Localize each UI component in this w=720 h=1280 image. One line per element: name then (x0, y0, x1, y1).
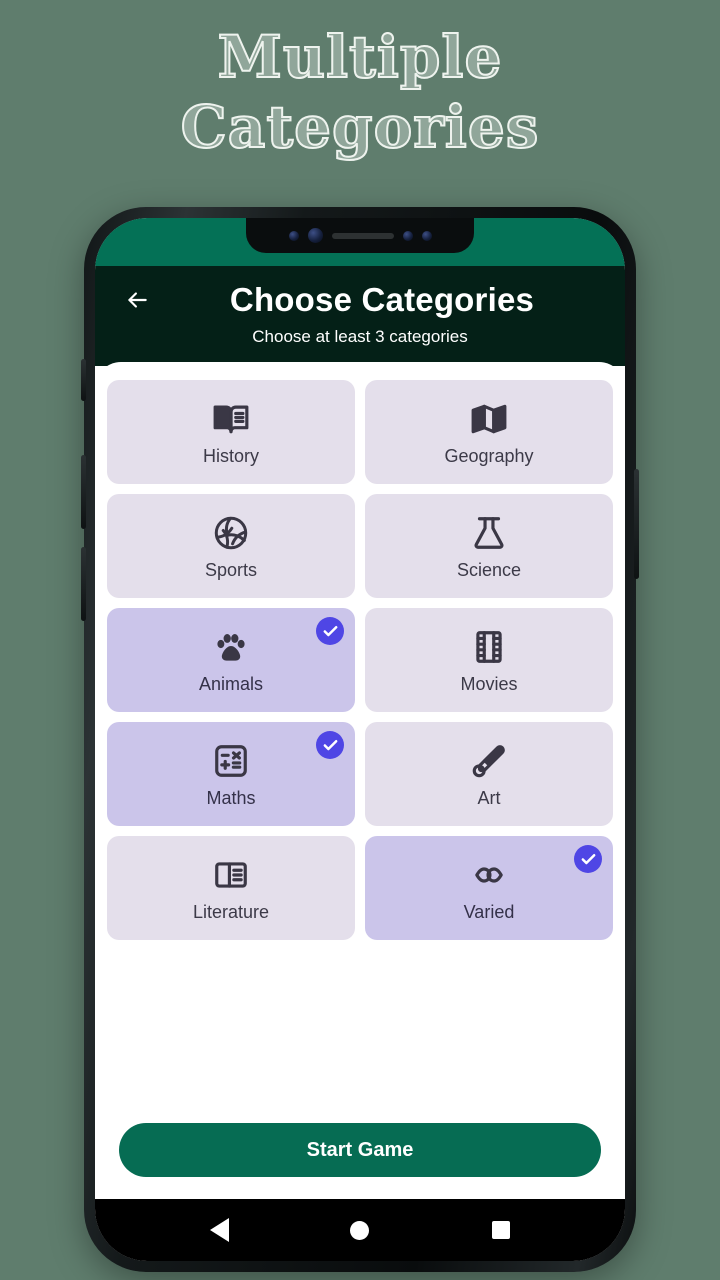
phone-volume-up-button[interactable] (81, 455, 86, 529)
phone-mute-switch[interactable] (81, 359, 86, 401)
earpiece-speaker-icon (331, 232, 394, 239)
folded-map-icon (470, 398, 508, 440)
page-subtitle: Choose at least 3 categories (252, 327, 468, 346)
category-tile-history[interactable]: History (107, 380, 355, 484)
paintbrush-icon (470, 740, 508, 782)
open-book-icon (212, 398, 250, 440)
phone-mockup: Choose Categories Choose at least 3 cate… (81, 207, 639, 1272)
android-nav-bar (95, 1199, 625, 1261)
category-label: Movies (460, 673, 518, 694)
phone-volume-down-button[interactable] (81, 547, 86, 621)
ir-camera-icon (288, 230, 299, 241)
calculator-icon (212, 740, 250, 782)
phone-screen: Choose Categories Choose at least 3 cate… (95, 218, 625, 1261)
volleyball-icon (212, 512, 250, 554)
phone-notch (246, 218, 474, 253)
phone-bezel: Choose Categories Choose at least 3 cate… (95, 218, 625, 1261)
start-game-button[interactable]: Start Game (119, 1123, 601, 1177)
category-label: Animals (198, 673, 264, 694)
category-tile-varied[interactable]: Varied (365, 836, 613, 940)
nav-recents-button[interactable] (474, 1203, 528, 1257)
category-label: Art (477, 787, 501, 808)
category-tile-maths[interactable]: Maths (107, 722, 355, 826)
category-tile-science[interactable]: Science (365, 494, 613, 598)
square-recents-icon (491, 1221, 510, 1239)
app-bar: Choose Categories Choose at least 3 cate… (95, 266, 625, 366)
front-camera-icon (307, 228, 323, 243)
content-sheet: History Geography Sports Science Animals… (95, 362, 625, 1199)
category-label: Literature (192, 901, 270, 922)
proximity-sensor-icon (402, 230, 413, 241)
category-label: Maths (206, 787, 256, 808)
category-tile-geography[interactable]: Geography (365, 380, 613, 484)
triangle-back-icon (209, 1218, 229, 1242)
promo-headline-line1: Multiple (217, 22, 503, 92)
paw-print-icon (212, 626, 250, 668)
infinity-icon (470, 854, 508, 896)
promo-headline: Multiple Categories (0, 22, 720, 162)
check-icon (323, 625, 337, 636)
nav-home-button[interactable] (333, 1203, 387, 1257)
category-tile-literature[interactable]: Literature (107, 836, 355, 940)
nav-back-button[interactable] (192, 1203, 246, 1257)
check-icon (581, 853, 595, 864)
category-label: Geography (444, 445, 534, 466)
selected-check-badge (574, 845, 602, 873)
category-tile-movies[interactable]: Movies (365, 608, 613, 712)
category-tile-art[interactable]: Art (365, 722, 613, 826)
category-tile-sports[interactable]: Sports (107, 494, 355, 598)
selected-check-badge (316, 617, 344, 645)
page-title: Choose Categories (229, 281, 535, 318)
app-bar-row: Choose Categories (95, 278, 625, 322)
film-strip-icon (470, 626, 508, 668)
circle-home-icon (350, 1220, 370, 1240)
promo-headline-line2: Categories (180, 92, 540, 162)
sheet-footer: Start Game (107, 1123, 613, 1199)
category-label: Sports (204, 559, 258, 580)
category-grid: History Geography Sports Science Animals… (107, 380, 613, 940)
category-label: Varied (463, 901, 515, 922)
ambient-light-sensor-icon (421, 230, 432, 241)
check-icon (323, 739, 337, 750)
category-label: Science (456, 559, 522, 580)
article-icon (212, 854, 250, 896)
category-label: History (202, 445, 259, 466)
selected-check-badge (316, 731, 344, 759)
status-bar (95, 218, 625, 266)
category-tile-animals[interactable]: Animals (107, 608, 355, 712)
flask-icon (470, 512, 508, 554)
phone-power-button[interactable] (634, 469, 639, 579)
